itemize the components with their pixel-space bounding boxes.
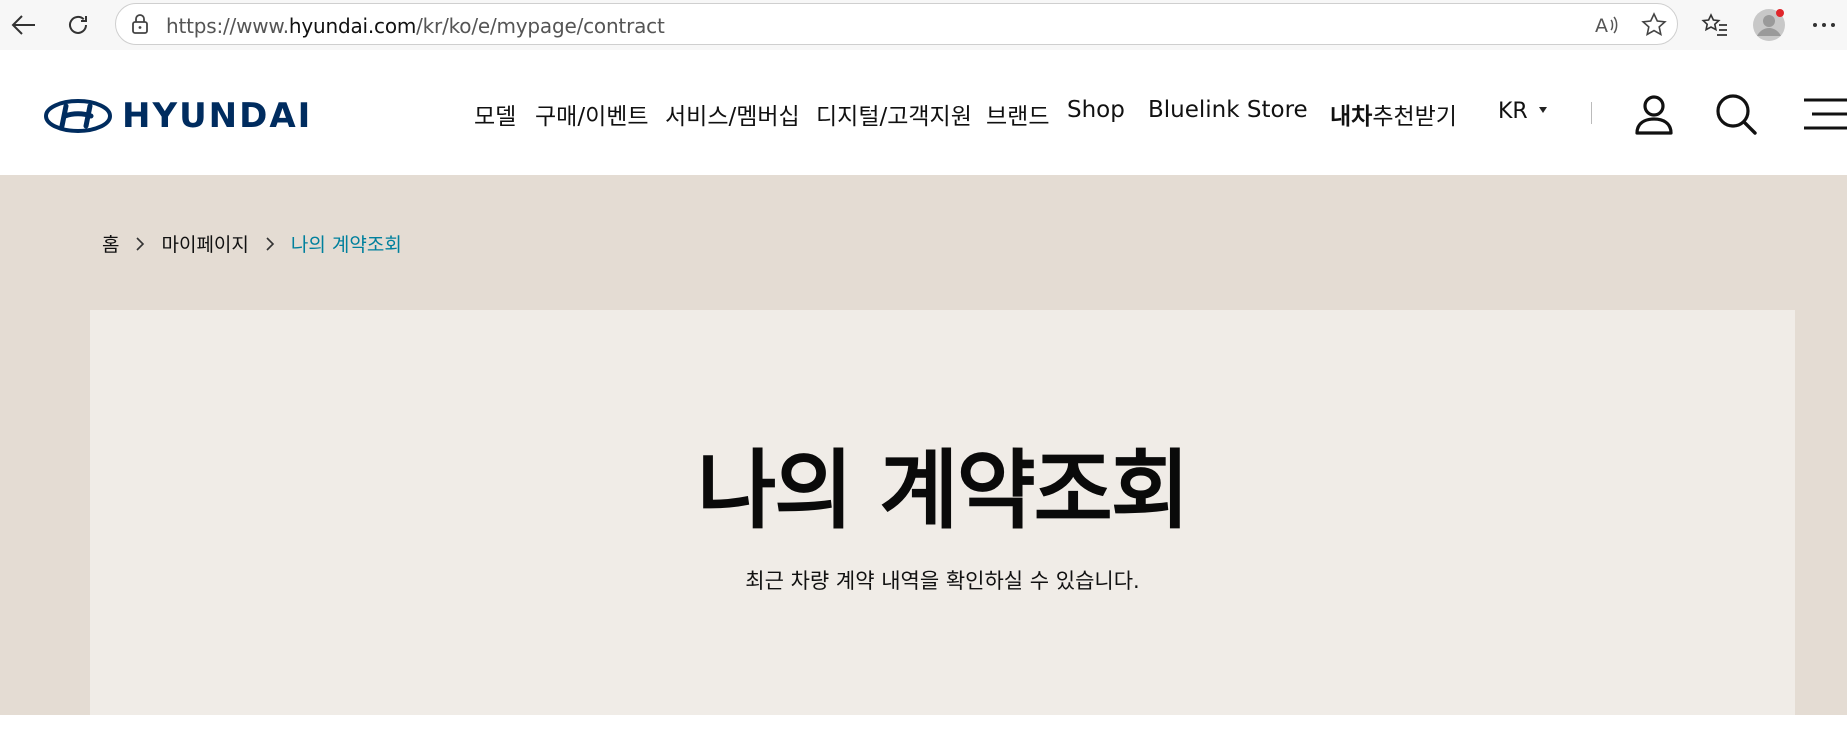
nav-recommend-bold: 내차	[1330, 104, 1373, 130]
chevron-right-icon	[265, 236, 275, 252]
breadcrumb-home[interactable]: 홈	[102, 230, 119, 257]
url-host: hyundai.com	[288, 14, 417, 38]
page-title: 나의 계약조회	[697, 441, 1190, 541]
page-bottom-area	[0, 715, 1847, 732]
refresh-button[interactable]	[59, 6, 97, 44]
chevron-right-icon	[135, 236, 145, 252]
content-panel: 나의 계약조회 최근 차량 계약 내역을 확인하실 수 있습니다.	[90, 310, 1795, 715]
search-icon[interactable]	[1714, 92, 1758, 136]
breadcrumb: 홈 마이페이지 나의 계약조회	[102, 230, 402, 257]
menu-icon[interactable]	[1800, 92, 1847, 136]
breadcrumb-current: 나의 계약조회	[290, 234, 402, 256]
caret-down-icon[interactable]	[1539, 107, 1547, 113]
hyundai-logo[interactable]: HYUNDAI	[44, 96, 312, 136]
language-selector[interactable]: KR	[1498, 99, 1528, 124]
nav-models[interactable]: 모델	[474, 97, 516, 131]
more-options-icon[interactable]	[1805, 6, 1843, 44]
url-path: /kr/ko/e/mypage/contract	[416, 14, 665, 38]
hyundai-emblem-icon	[44, 99, 112, 133]
nav-recommend-rest: 추천받기	[1372, 104, 1457, 130]
nav-purchase-events[interactable]: 구매/이벤트	[535, 97, 649, 131]
header-divider	[1591, 102, 1592, 124]
nav-digital-support[interactable]: 디지털/고객지원	[816, 97, 972, 131]
breadcrumb-mypage[interactable]: 마이페이지	[161, 230, 248, 257]
profile-avatar[interactable]	[1750, 6, 1788, 44]
nav-brand[interactable]: 브랜드	[986, 97, 1049, 131]
logo-text: HYUNDAI	[122, 96, 313, 136]
site-header: HYUNDAI 모델 구매/이벤트 서비스/멤버십 디지털/고객지원 브랜드 S…	[0, 55, 1847, 175]
nav-service-membership[interactable]: 서비스/멤버십	[665, 97, 800, 131]
nav-shop[interactable]: Shop	[1067, 97, 1125, 123]
user-icon[interactable]	[1632, 92, 1676, 136]
read-aloud-icon[interactable]: A	[1591, 9, 1623, 41]
page-description: 최근 차량 계약 내역을 확인하실 수 있습니다.	[745, 569, 1140, 593]
address-bar[interactable]: https://www.hyundai.com/kr/ko/e/mypage/c…	[115, 3, 1678, 45]
nav-car-recommendation[interactable]: 내차추천받기	[1330, 97, 1457, 131]
back-button[interactable]	[5, 6, 43, 44]
url-text[interactable]: https://www.hyundai.com/kr/ko/e/mypage/c…	[166, 14, 665, 38]
favorite-star-icon[interactable]	[1638, 9, 1670, 41]
favorites-list-icon[interactable]	[1696, 6, 1734, 44]
browser-toolbar: https://www.hyundai.com/kr/ko/e/mypage/c…	[0, 0, 1847, 50]
svg-text:A: A	[1595, 15, 1608, 36]
nav-bluelink-store[interactable]: Bluelink Store	[1148, 97, 1308, 123]
lock-icon[interactable]	[129, 13, 151, 40]
